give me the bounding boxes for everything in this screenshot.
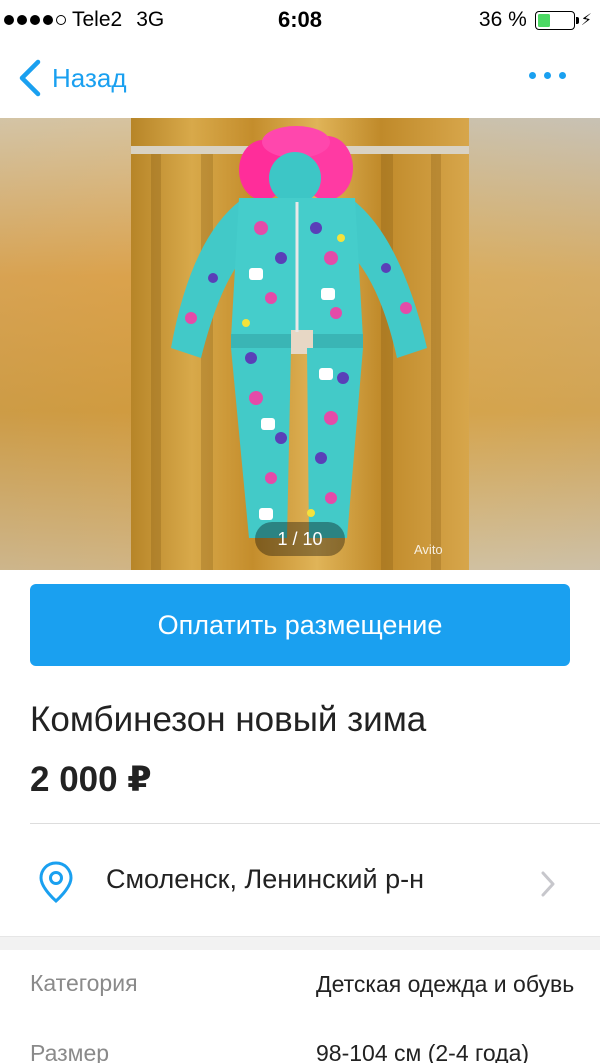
charging-icon: ⚡ (580, 12, 592, 29)
battery-icon (534, 10, 579, 30)
battery-info: 36 % ⚡ (479, 8, 592, 32)
pay-placement-button[interactable]: Оплатить размещение (30, 584, 570, 666)
more-dots-icon (529, 72, 536, 79)
gallery-blur-background (469, 118, 600, 570)
param-label-category: Категория (30, 970, 138, 996)
photo-gallery[interactable]: 1 / 10 Avito (0, 118, 600, 570)
chevron-left-icon (19, 59, 41, 97)
product-photo[interactable] (131, 118, 469, 570)
location-text: Смоленск, Ленинский р-н (106, 864, 425, 894)
param-value-category: Детская одежда и обувь (316, 971, 575, 997)
listing-price: 2 000 ₽ (30, 760, 152, 799)
back-button[interactable]: Назад (14, 58, 127, 98)
gallery-blur-background (0, 118, 131, 570)
watermark-text: Avito (414, 542, 443, 557)
param-label-size: Размер (30, 1040, 110, 1063)
avito-watermark: Avito (414, 542, 443, 557)
navigation-bar: Назад (0, 40, 600, 118)
location-row[interactable]: Смоленск, Ленинский р-н (0, 824, 600, 936)
snowsuit-image (131, 126, 469, 570)
more-options-button[interactable] (529, 72, 566, 79)
photo-page-indicator: 1 / 10 (255, 522, 345, 556)
location-pin-icon (39, 861, 73, 903)
param-value-size: 98-104 см (2-4 года) (316, 1040, 530, 1063)
back-label: Назад (52, 62, 127, 93)
chevron-right-icon (541, 871, 555, 897)
listing-title: Комбинезон новый зима (30, 700, 427, 739)
section-separator (0, 936, 600, 950)
status-bar: Tele2 3G 6:08 36 % ⚡ (0, 0, 600, 40)
battery-percent: 36 % (478, 8, 527, 31)
